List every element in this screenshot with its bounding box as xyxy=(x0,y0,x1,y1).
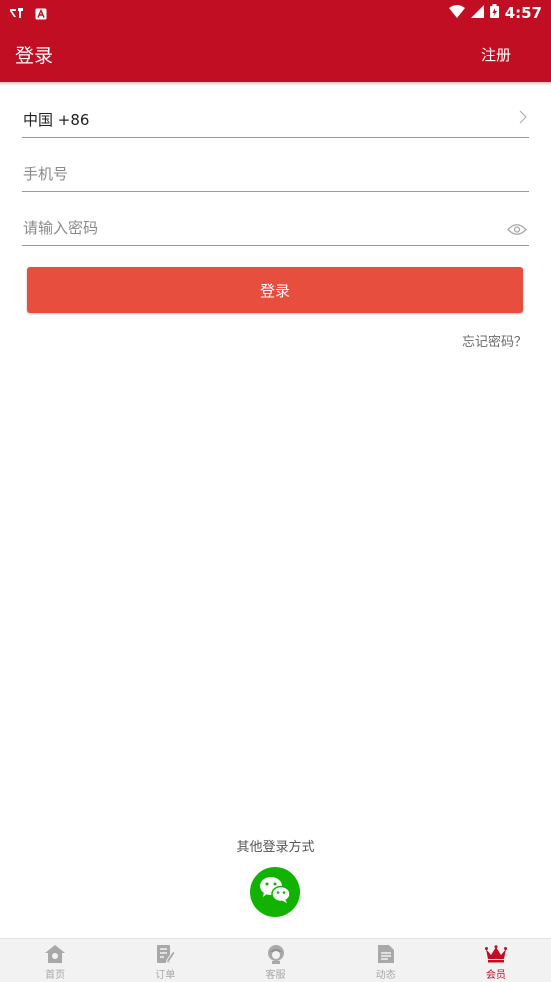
tab-home-label: 首页 xyxy=(45,970,66,981)
tab-customer-service[interactable]: 客服 xyxy=(220,939,330,982)
tab-member-label: 会员 xyxy=(485,970,506,981)
country-code-selector[interactable]: 中国 +86 xyxy=(22,103,529,138)
app-notification-icon xyxy=(9,5,25,24)
customer-service-icon xyxy=(266,943,286,965)
tab-news-label: 动态 xyxy=(375,970,396,981)
signal-icon xyxy=(470,4,484,22)
country-code-value: 中国 +86 xyxy=(23,111,90,129)
order-icon xyxy=(155,943,176,965)
register-button[interactable]: 注册 xyxy=(481,44,511,65)
home-icon xyxy=(44,943,66,965)
phone-field[interactable]: 手机号 xyxy=(22,157,529,192)
eye-icon[interactable] xyxy=(507,221,527,240)
app-bar-shadow xyxy=(0,82,551,85)
password-placeholder: 请输入密码 xyxy=(23,219,99,237)
wechat-login-button[interactable] xyxy=(250,867,300,917)
a-notification-icon xyxy=(35,5,47,24)
status-bar: 4:57 xyxy=(0,0,551,27)
password-field[interactable]: 请输入密码 xyxy=(22,211,529,246)
battery-icon xyxy=(489,4,499,22)
wifi-icon xyxy=(448,4,465,22)
chevron-right-icon xyxy=(519,109,527,128)
clock-time: 4:57 xyxy=(504,4,542,22)
wechat-icon xyxy=(258,875,292,909)
forgot-password-link[interactable]: 忘记密码？ xyxy=(462,331,527,350)
tab-customer-service-label: 客服 xyxy=(265,970,286,981)
other-login-label: 其他登录方式 xyxy=(236,840,315,855)
crown-icon xyxy=(484,943,507,965)
tab-member[interactable]: 会员 xyxy=(441,939,551,982)
tab-orders-label: 订单 xyxy=(155,970,176,981)
status-left xyxy=(9,5,47,24)
tab-home[interactable]: 首页 xyxy=(0,939,110,982)
tab-orders[interactable]: 订单 xyxy=(110,939,220,982)
app-bar: 登录 注册 xyxy=(0,27,551,82)
bottom-tab-bar: 首页 订单 客服 动态 会员 xyxy=(0,938,551,982)
news-icon xyxy=(377,943,395,965)
page-title: 登录 xyxy=(15,45,54,67)
phone-placeholder: 手机号 xyxy=(23,165,69,183)
login-button[interactable]: 登录 xyxy=(27,267,523,313)
tab-news[interactable]: 动态 xyxy=(331,939,441,982)
status-right: 4:57 xyxy=(448,4,542,22)
